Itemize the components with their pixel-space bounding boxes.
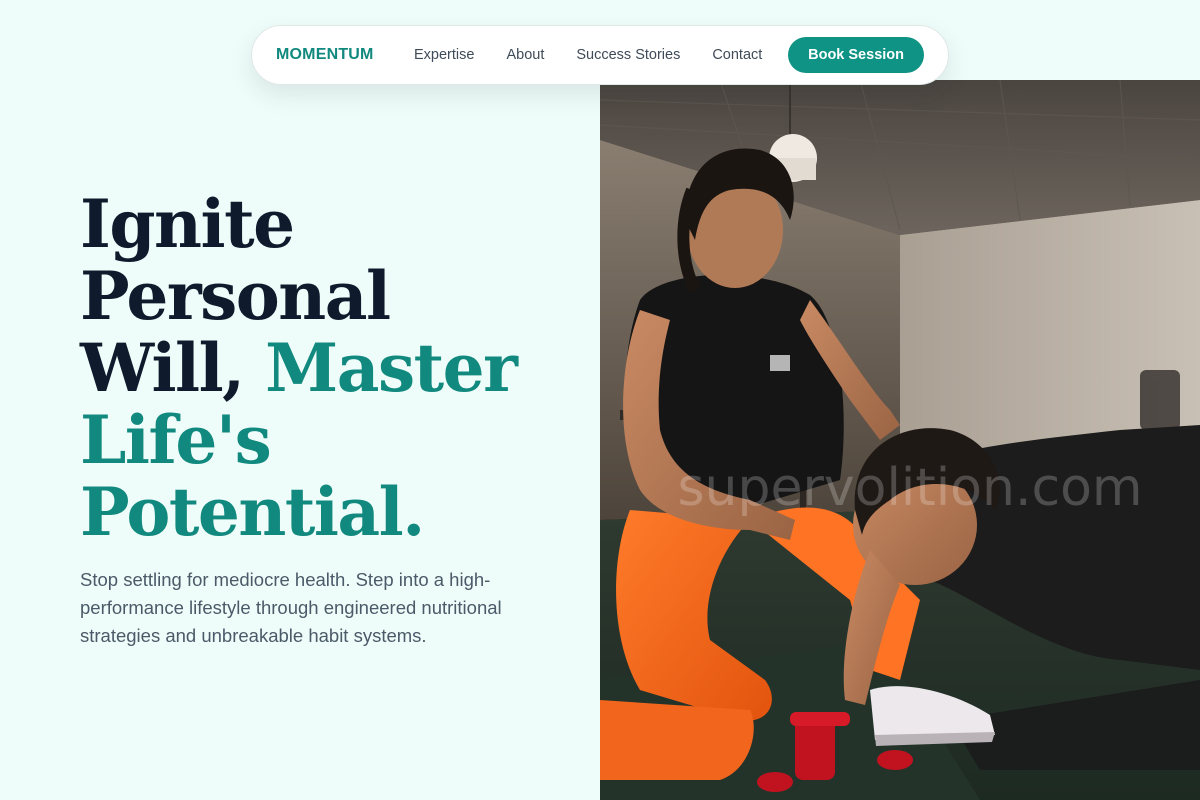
nav-link-success-stories[interactable]: Success Stories <box>576 47 680 63</box>
top-navbar: MOMENTUM Expertise About Success Stories… <box>251 25 949 85</box>
image-watermark: supervolition.com <box>677 458 1142 518</box>
hero-headline: Ignite Personal Will, Master Life's Pote… <box>80 188 560 548</box>
hero-photo-trainer-pushup: supervolition.com <box>600 80 1200 800</box>
headline-word-potential: Potential. <box>80 473 425 551</box>
hero-subtitle: Stop settling for mediocre health. Step … <box>80 569 502 646</box>
nav-link-contact[interactable]: Contact <box>712 47 762 63</box>
nav-link-about[interactable]: About <box>506 47 544 63</box>
nav-links: Expertise About Success Stories Contact <box>414 47 762 63</box>
headline-word-personal: Personal <box>80 257 391 335</box>
headline-line-2: Personal <box>80 260 560 332</box>
headline-line-4: Life's <box>80 404 560 476</box>
headline-word-will: Will, <box>80 329 245 407</box>
book-session-button[interactable]: Book Session <box>788 37 924 73</box>
headline-word-master: Master <box>265 329 518 407</box>
headline-word-ignite: Ignite <box>80 185 295 263</box>
brand-logo[interactable]: MOMENTUM <box>276 46 414 64</box>
nav-link-expertise[interactable]: Expertise <box>414 47 474 63</box>
headline-line-5: Potential. <box>80 476 560 548</box>
headline-line-3: Will, Master <box>80 332 560 404</box>
hero-page: MOMENTUM Expertise About Success Stories… <box>0 0 1200 800</box>
headline-word-lifes: Life's <box>80 401 272 479</box>
hero-photo-illustration: supervolition.com <box>600 80 1200 800</box>
headline-line-1: Ignite <box>80 188 560 260</box>
